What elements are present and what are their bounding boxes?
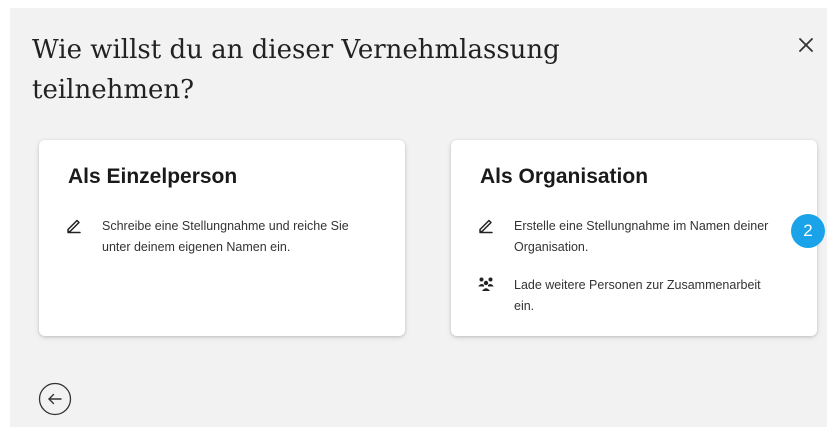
option-title-organisation: Als Organisation [480,165,649,188]
pencil-icon [477,216,495,234]
option-card-individual[interactable]: Als Einzelperson Schreibe eine Stellungn… [39,140,405,336]
people-icon [477,275,495,293]
feature-text: Lade weitere Personen zur Zusammenarbeit… [514,278,761,313]
back-button[interactable] [38,382,72,416]
arrow-left-icon [38,382,72,416]
pencil-icon [65,216,83,234]
participation-dialog: Wie willst du an dieser Vernehmlassung t… [10,8,827,427]
option-title-individual: Als Einzelperson [68,165,238,188]
close-button[interactable] [793,32,819,58]
feature-text: Schreibe eine Stellungnahme und reiche S… [102,219,349,254]
step-badge: 2 [791,214,825,248]
feature-text: Erstelle eine Stellungnahme im Namen dei… [514,219,769,254]
dialog-title: Wie willst du an dieser Vernehmlassung t… [32,35,560,105]
option-card-organisation[interactable]: Als Organisation Erstelle eine Stellungn… [451,140,817,336]
close-icon [799,38,813,52]
